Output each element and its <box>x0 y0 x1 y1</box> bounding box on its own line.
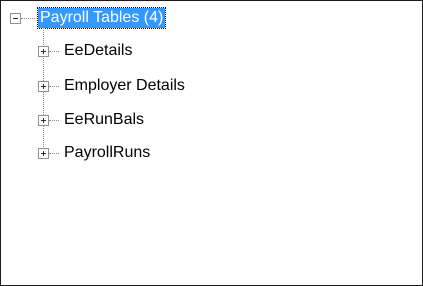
expand-toggle-icon[interactable] <box>38 148 49 159</box>
connector-line <box>49 51 59 52</box>
tree-root-payroll-tables[interactable]: Payroll Tables (4) <box>36 7 167 29</box>
tree-item-payrollruns[interactable]: PayrollRuns <box>64 143 150 163</box>
expand-toggle-icon[interactable] <box>38 81 49 92</box>
connector-line <box>49 120 59 121</box>
expand-toggle-icon[interactable] <box>38 115 49 126</box>
payroll-tree-view[interactable]: Payroll Tables (4) EeDetails Employer De… <box>0 0 423 286</box>
tree-item-eedetails[interactable]: EeDetails <box>64 41 132 61</box>
tree-item-employer-details[interactable]: Employer Details <box>64 76 185 96</box>
connector-line <box>21 18 35 19</box>
tree-item-eerunbals[interactable]: EeRunBals <box>64 110 144 130</box>
expand-toggle-icon[interactable] <box>38 46 49 57</box>
connector-line <box>49 86 59 87</box>
collapse-toggle-icon[interactable] <box>10 13 21 24</box>
connector-line <box>49 153 59 154</box>
